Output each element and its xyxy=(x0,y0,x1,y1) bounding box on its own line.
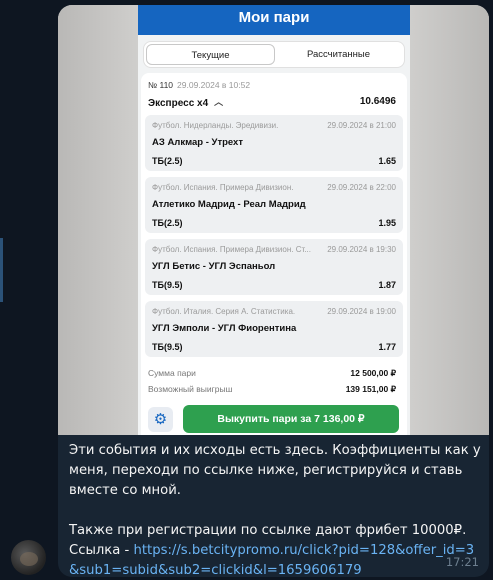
event-market: ТБ(9.5) xyxy=(152,342,183,352)
cashout-button[interactable]: Выкупить пари за 7 136,00 ₽ xyxy=(183,405,399,433)
event-market: ТБ(2.5) xyxy=(152,218,183,228)
link-prefix: Ссылка - xyxy=(69,543,134,558)
event-card: Футбол. Испания. Примера Дивизион. Ст...… xyxy=(145,239,403,295)
event-date: 29.09.2024 в 21:00 xyxy=(327,121,396,130)
event-teams: УГЛ Бетис - УГЛ Эспаньол xyxy=(152,261,276,272)
event-date: 29.09.2024 в 19:00 xyxy=(327,307,396,316)
bet-meta: № 110 29.09.2024 в 10:52 xyxy=(148,80,250,90)
event-league: Футбол. Испания. Примера Дивизион. Ст... xyxy=(152,245,311,254)
message-photo[interactable]: Мои пари Текущие Рассчитанные № 110 29.09… xyxy=(58,5,489,435)
bet-card: № 110 29.09.2024 в 10:52 Экспресс х4 ︿ 10.… xyxy=(141,73,407,435)
event-league: Футбол. Испания. Примера Дивизион. xyxy=(152,183,294,192)
express-label: Экспресс х4 xyxy=(148,98,209,109)
message-bubble: Мои пари Текущие Рассчитанные № 110 29.09… xyxy=(58,5,489,577)
event-market: ТБ(2.5) xyxy=(152,156,183,166)
event-teams: Атлетико Мадрид - Реал Мадрид xyxy=(152,199,306,210)
chat-scroll-indicator xyxy=(0,238,3,302)
event-date: 29.09.2024 в 22:00 xyxy=(327,183,396,192)
screen-title: Мои пари xyxy=(138,5,410,35)
event-teams: УГЛ Эмполи - УГЛ Фиорентина xyxy=(152,323,297,334)
tab-settled[interactable]: Рассчитанные xyxy=(275,44,402,65)
gear-icon: ⚙ xyxy=(153,410,168,428)
event-odds: 1.95 xyxy=(378,218,396,228)
event-league: Футбол. Нидерланды. Эредивизи. xyxy=(152,121,279,130)
event-league: Футбол. Италия. Серия А. Статистика. xyxy=(152,307,296,316)
event-teams: АЗ Алкмар - Утрехт xyxy=(152,137,243,148)
bet-tabs: Текущие Рассчитанные xyxy=(143,41,405,68)
win-label: Возможный выигрыш xyxy=(148,384,233,394)
phone-screenshot: Мои пари Текущие Рассчитанные № 110 29.09… xyxy=(138,5,410,435)
event-card: Футбол. Италия. Серия А. Статистика. 29.… xyxy=(145,301,403,357)
bet-number: № 110 xyxy=(148,80,174,90)
event-card: Футбол. Нидерланды. Эредивизи. 29.09.202… xyxy=(145,115,403,171)
message-link-line: Ссылка - https://s.betcitypromo.ru/click… xyxy=(69,541,481,577)
event-market: ТБ(9.5) xyxy=(152,280,183,290)
settings-button[interactable]: ⚙ xyxy=(148,407,173,432)
stake-value: 12 500,00 ₽ xyxy=(350,368,396,378)
message-text: Эти события и их исходы есть здесь. Коэф… xyxy=(69,441,481,577)
bet-date: 29.09.2024 в 10:52 xyxy=(177,80,251,90)
message-time: 17:21 xyxy=(445,555,479,569)
express-header[interactable]: Экспресс х4 ︿ xyxy=(148,96,223,109)
chevron-up-icon: ︿ xyxy=(214,97,224,107)
event-odds: 1.87 xyxy=(378,280,396,290)
event-odds: 1.77 xyxy=(378,342,396,352)
event-card: Футбол. Испания. Примера Дивизион. 29.09… xyxy=(145,177,403,233)
sender-avatar[interactable] xyxy=(11,540,46,575)
event-date: 29.09.2024 в 19:30 xyxy=(327,245,396,254)
event-odds: 1.65 xyxy=(378,156,396,166)
message-line: Также при регистрации по ссылке дают фри… xyxy=(69,523,467,538)
tab-current[interactable]: Текущие xyxy=(146,44,275,65)
stake-label: Сумма пари xyxy=(148,368,196,378)
message-line: Эти события и их исходы есть здесь. Коэф… xyxy=(69,443,481,498)
express-odds: 10.6496 xyxy=(359,96,396,107)
win-value: 139 151,00 ₽ xyxy=(345,384,396,394)
